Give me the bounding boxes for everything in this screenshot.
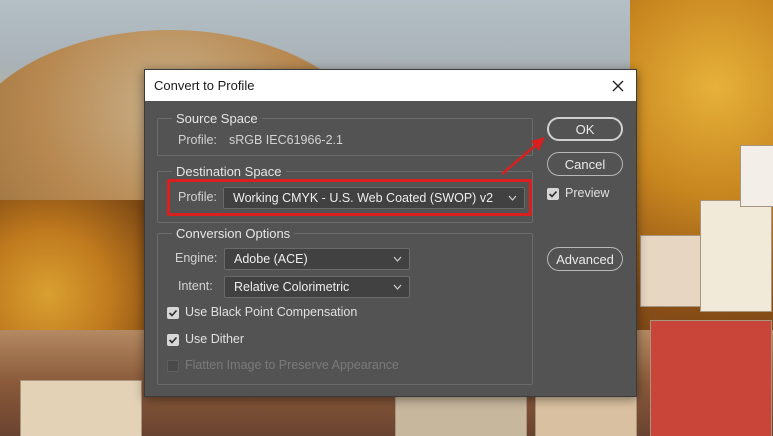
engine-value: Adobe (ACE) bbox=[234, 252, 308, 266]
black-point-label[interactable]: Use Black Point Compensation bbox=[185, 305, 357, 319]
checkmark-icon bbox=[168, 309, 178, 317]
conversion-options-heading: Conversion Options bbox=[172, 226, 295, 241]
dialog-title: Convert to Profile bbox=[154, 78, 255, 93]
chevron-down-icon bbox=[393, 253, 402, 268]
black-point-checkbox[interactable] bbox=[167, 307, 179, 319]
preview-checkbox[interactable] bbox=[547, 188, 559, 200]
intent-select[interactable]: Relative Colorimetric bbox=[224, 276, 410, 298]
convert-to-profile-dialog: Convert to Profile Source Space Profile:… bbox=[144, 69, 637, 397]
destination-profile-label: Profile: bbox=[178, 190, 217, 204]
source-profile-value: sRGB IEC61966-2.1 bbox=[229, 133, 343, 147]
flatten-label: Flatten Image to Preserve Appearance bbox=[185, 358, 400, 372]
intent-label: Intent: bbox=[178, 279, 213, 293]
house bbox=[395, 395, 527, 436]
ok-button[interactable]: OK bbox=[547, 117, 623, 141]
advanced-button[interactable]: Advanced bbox=[547, 247, 623, 271]
preview-label[interactable]: Preview bbox=[565, 186, 609, 200]
house bbox=[640, 235, 702, 307]
destination-profile-select[interactable]: Working CMYK - U.S. Web Coated (SWOP) v2 bbox=[223, 187, 525, 209]
checkmark-icon bbox=[168, 336, 178, 344]
engine-select[interactable]: Adobe (ACE) bbox=[224, 248, 410, 270]
source-space-heading: Source Space bbox=[172, 111, 262, 126]
chevron-down-icon bbox=[393, 281, 402, 296]
house bbox=[650, 320, 772, 436]
source-profile-label: Profile: bbox=[178, 133, 217, 147]
chevron-down-icon bbox=[508, 192, 517, 207]
checkmark-icon bbox=[548, 190, 558, 198]
dither-checkbox[interactable] bbox=[167, 334, 179, 346]
destination-profile-value: Working CMYK - U.S. Web Coated (SWOP) v2 bbox=[233, 191, 494, 205]
dither-label[interactable]: Use Dither bbox=[185, 332, 244, 346]
destination-space-heading: Destination Space bbox=[172, 164, 286, 179]
cancel-button[interactable]: Cancel bbox=[547, 152, 623, 176]
close-icon[interactable] bbox=[600, 70, 636, 101]
house bbox=[535, 395, 637, 436]
house bbox=[20, 380, 142, 436]
engine-label: Engine: bbox=[175, 251, 218, 265]
house bbox=[740, 145, 773, 207]
house bbox=[700, 200, 772, 312]
intent-value: Relative Colorimetric bbox=[234, 280, 350, 294]
flatten-checkbox bbox=[167, 360, 179, 372]
dialog-titlebar: Convert to Profile bbox=[145, 70, 636, 101]
